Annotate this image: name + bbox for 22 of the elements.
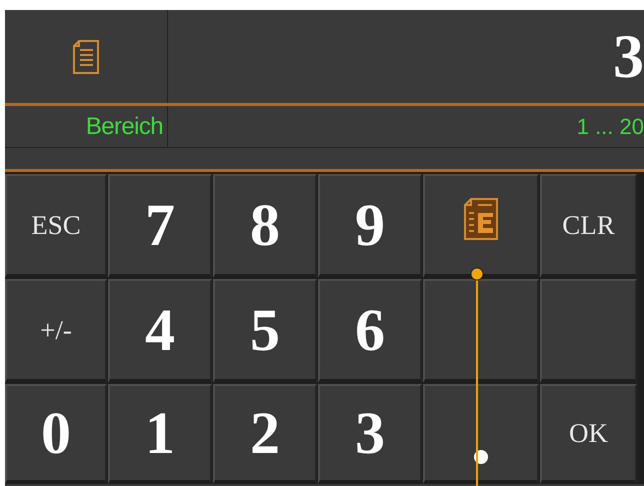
digit-key[interactable]: 7 — [108, 174, 212, 278]
digit-key[interactable]: 8 — [213, 174, 317, 278]
digit-key[interactable]: 4 — [108, 279, 212, 383]
function-key[interactable]: +/- — [5, 279, 107, 383]
dot-icon — [474, 450, 488, 464]
digit-key[interactable]: 6 — [318, 279, 422, 383]
document-icon — [73, 40, 99, 74]
range-label: Bereich — [86, 112, 163, 142]
digit-key[interactable]: 2 — [213, 384, 317, 484]
function-key[interactable]: ESC — [5, 174, 107, 278]
range-value: 1 ... 20 — [576, 113, 644, 141]
digit-key[interactable]: 5 — [213, 279, 317, 383]
value-display: 3 — [612, 22, 644, 92]
edit-key[interactable] — [423, 174, 539, 278]
digit-key[interactable]: 1 — [108, 384, 212, 484]
digit-key[interactable]: 0 — [5, 384, 107, 484]
decimal-key[interactable] — [423, 384, 539, 484]
digit-key[interactable]: 9 — [318, 174, 422, 278]
function-key[interactable]: CLR — [540, 174, 637, 278]
function-key[interactable]: OK — [540, 384, 637, 484]
digit-key[interactable]: 3 — [318, 384, 422, 484]
document-e-icon — [464, 198, 498, 240]
